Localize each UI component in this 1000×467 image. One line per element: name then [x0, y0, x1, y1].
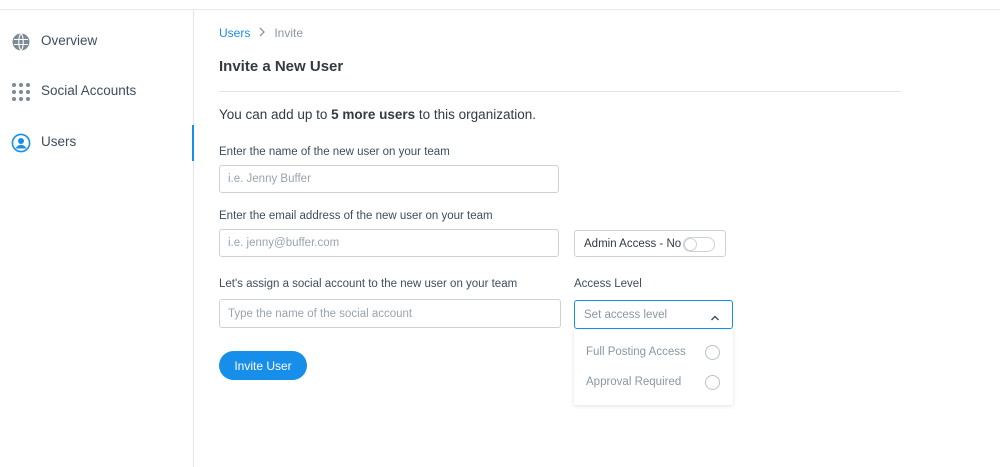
- chevron-up-icon: [710, 310, 720, 321]
- sidebar-item-social-accounts[interactable]: Social Accounts: [0, 74, 194, 110]
- intro-suffix: to this organization.: [415, 107, 536, 122]
- admin-access-label: Admin Access - No: [584, 237, 682, 250]
- sidebar-item-label: Overview: [41, 33, 98, 48]
- option-label: Approval Required: [586, 376, 682, 388]
- option-label: Full Posting Access: [586, 346, 686, 358]
- user-limit-text: You can add up to 5 more users to this o…: [219, 107, 536, 122]
- remaining-users-count: 5 more users: [331, 107, 416, 122]
- access-option-full-posting[interactable]: Full Posting Access: [574, 338, 733, 366]
- access-level-dropdown: Full Posting Access Approval Required: [574, 330, 733, 405]
- sidebar: Overview Social Accounts Users: [0, 10, 194, 467]
- breadcrumb-link-users[interactable]: Users: [219, 26, 250, 40]
- sidebar-item-users[interactable]: Users: [0, 125, 194, 161]
- access-level-select[interactable]: Set access level: [574, 300, 733, 329]
- access-level-label: Access Level: [574, 278, 642, 290]
- user-circle-icon: [11, 133, 31, 153]
- social-account-label: Let's assign a social account to the new…: [219, 278, 518, 290]
- radio-button[interactable]: [705, 375, 720, 390]
- email-input[interactable]: [219, 229, 559, 257]
- globe-icon: [11, 32, 31, 52]
- chevron-right-icon: [258, 25, 266, 40]
- access-level-placeholder: Set access level: [584, 308, 668, 321]
- admin-access-toggle[interactable]: Admin Access - No: [574, 230, 726, 257]
- title-divider: [219, 91, 901, 92]
- sidebar-item-label: Users: [41, 134, 77, 149]
- page-title: Invite a New User: [219, 58, 344, 75]
- name-input[interactable]: [219, 165, 559, 193]
- breadcrumb: Users Invite: [219, 25, 303, 40]
- social-account-input[interactable]: [219, 299, 561, 328]
- radio-button[interactable]: [705, 345, 720, 360]
- sidebar-item-label: Social Accounts: [41, 83, 137, 98]
- email-label: Enter the email address of the new user …: [219, 210, 493, 222]
- sidebar-item-overview[interactable]: Overview: [0, 24, 194, 60]
- invite-user-button[interactable]: Invite User: [219, 351, 307, 380]
- toggle-knob: [684, 238, 697, 251]
- breadcrumb-current: Invite: [274, 25, 304, 40]
- grid-dots-icon: [11, 82, 31, 102]
- intro-prefix: You can add up to: [219, 107, 332, 122]
- toggle-switch[interactable]: [683, 237, 715, 252]
- access-option-approval-required[interactable]: Approval Required: [574, 368, 733, 396]
- name-label: Enter the name of the new user on your t…: [219, 146, 450, 158]
